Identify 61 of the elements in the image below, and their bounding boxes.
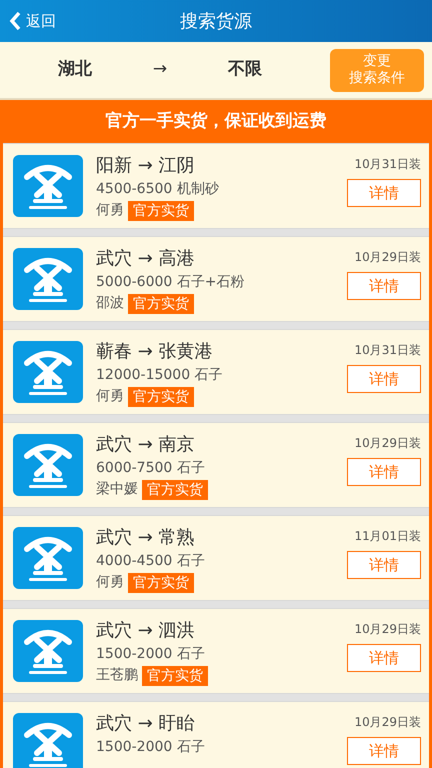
origin-text: 湖北: [57, 58, 93, 82]
cargo-text: 4000-4500 石子: [96, 552, 206, 571]
route-text: 武穴 → 泗洪: [96, 620, 196, 642]
loading-date: 10月29日装: [354, 249, 421, 266]
loading-date: 10月31日装: [354, 156, 421, 173]
contact-name: 梁中媛: [96, 480, 138, 499]
loading-date: 10月29日装: [354, 621, 421, 638]
logo-icon: [13, 713, 83, 768]
cargo-card[interactable]: 武穴 → 盱眙 1500-2000 石子 10月29日装 详情: [3, 701, 429, 768]
loading-date: 11月01日装: [354, 528, 421, 545]
loading-date: 10月29日装: [354, 435, 421, 452]
contact-name: 何勇: [96, 387, 124, 406]
change-criteria-button[interactable]: 变更 搜索条件: [330, 48, 424, 92]
page-title: 搜索货源: [180, 10, 252, 34]
cargo-text: 1500-2000 石子: [96, 645, 206, 664]
official-badge: 官方实货: [128, 200, 194, 220]
cargo-text: 1500-2000 石子: [96, 738, 206, 757]
details-button[interactable]: 详情: [347, 272, 421, 300]
logo-icon: [13, 341, 83, 403]
route-text: 武穴 → 常熟: [96, 527, 196, 549]
logo-icon: [13, 155, 83, 217]
cargo-card[interactable]: 武穴 → 泗洪 1500-2000 石子 王苍鹏 官方实货 10月29日装 详情: [3, 608, 429, 694]
contact-name: 王苍鹏: [96, 666, 138, 685]
official-badge: 官方实货: [142, 480, 208, 500]
details-button[interactable]: 详情: [347, 551, 421, 579]
cargo-card[interactable]: 阳新 → 江阴 4500-6500 机制砂 何勇 官方实货 10月31日装 详情: [3, 143, 429, 229]
cargo-text: 4500-6500 机制砂: [96, 180, 220, 199]
contact-name: 何勇: [96, 573, 124, 592]
cargo-text: 5000-6000 石子+石粉: [96, 273, 246, 292]
logo-icon: [13, 620, 83, 682]
contact-name: 何勇: [96, 201, 124, 220]
route-text: 武穴 → 盱眙: [96, 713, 196, 735]
route-text: 蕲春 → 张黄港: [96, 341, 214, 363]
logo-icon: [13, 248, 83, 310]
back-icon: [8, 10, 22, 32]
cargo-text: 6000-7500 石子: [96, 459, 206, 478]
official-badge: 官方实货: [128, 572, 194, 592]
cargo-card[interactable]: 蕲春 → 张黄港 12000-15000 石子 何勇 官方实货 10月31日装 详情: [3, 329, 429, 415]
logo-icon: [13, 434, 83, 496]
route-text: 武穴 → 南京: [96, 434, 196, 456]
route-text: 阳新 → 江阴: [96, 155, 196, 177]
cargo-card[interactable]: 武穴 → 常熟 4000-4500 石子 何勇 官方实货 11月01日装 详情: [3, 515, 429, 601]
logo-icon: [13, 527, 83, 589]
details-button[interactable]: 详情: [347, 737, 421, 765]
contact-name: 邵波: [96, 294, 124, 313]
official-badge: 官方实货: [142, 666, 208, 686]
official-badge: 官方实货: [128, 294, 194, 314]
details-button[interactable]: 详情: [347, 365, 421, 393]
cargo-card[interactable]: 武穴 → 高港 5000-6000 石子+石粉 邵波 官方实货 10月29日装 详情: [3, 236, 429, 322]
loading-date: 10月31日装: [354, 342, 421, 359]
details-button[interactable]: 详情: [347, 179, 421, 207]
cargo-text: 12000-15000 石子: [96, 366, 224, 385]
details-button[interactable]: 详情: [347, 458, 421, 486]
route-text: 武穴 → 高港: [96, 248, 196, 270]
official-badge: 官方实货: [128, 386, 194, 406]
back-button[interactable]: 返回: [8, 10, 56, 32]
cargo-card[interactable]: 武穴 → 南京 6000-7500 石子 梁中媛 官方实货 10月29日装 详情: [3, 422, 429, 508]
details-button[interactable]: 详情: [347, 644, 421, 672]
arrow-text: →: [152, 58, 168, 82]
destination-text: 不限: [226, 58, 263, 82]
loading-date: 10月29日装: [354, 714, 421, 731]
